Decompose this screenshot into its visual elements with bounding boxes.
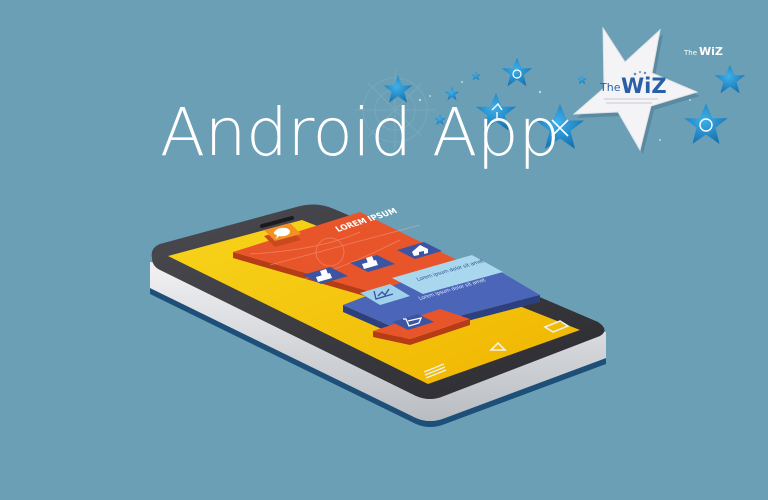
logo-small-the: The bbox=[683, 49, 697, 57]
scene: LOREM IPSUM Lorem ipsum dolor sit amet L… bbox=[0, 0, 768, 500]
star-icon bbox=[501, 57, 533, 87]
logo-wiz: WiZ bbox=[621, 74, 667, 98]
illustration: LOREM IPSUM Lorem ipsum dolor sit amet L… bbox=[150, 26, 746, 427]
logo-small-wiz: WiZ bbox=[699, 45, 723, 58]
star-icon bbox=[714, 64, 746, 94]
star-icon bbox=[471, 71, 481, 81]
page-title: Android App bbox=[160, 94, 560, 171]
logo-the: The bbox=[599, 81, 621, 94]
star-icon bbox=[684, 103, 728, 144]
star-icon bbox=[577, 75, 587, 85]
smartphone-illustration: LOREM IPSUM Lorem ipsum dolor sit amet L… bbox=[150, 204, 606, 427]
